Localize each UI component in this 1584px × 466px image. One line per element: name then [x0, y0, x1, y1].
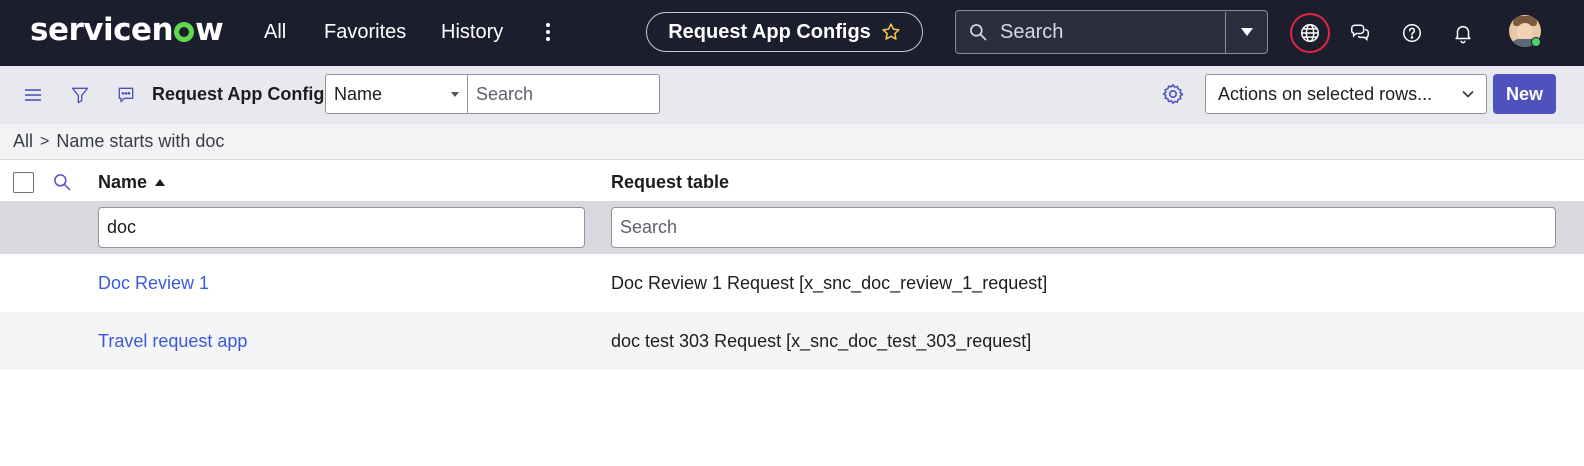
online-status-badge	[1531, 37, 1541, 47]
chevron-down-icon	[1462, 90, 1474, 98]
chat-icon[interactable]	[1340, 13, 1380, 53]
nav-all[interactable]: All	[264, 18, 286, 46]
filter-icon[interactable]	[68, 83, 92, 107]
top-navigation-bar: servicen w All Favorites History Request …	[0, 0, 1584, 66]
table-row: Travel request app doc test 303 Request …	[0, 312, 1584, 370]
more-vertical-icon[interactable]	[540, 20, 556, 46]
gear-icon[interactable]	[1161, 82, 1185, 106]
actions-select[interactable]: Actions on selected rows...	[1205, 74, 1487, 114]
column-filter-row: doc Search	[0, 201, 1584, 254]
list-header-bar: Request App Configs Name Search Actions …	[0, 66, 1584, 124]
servicenow-logo[interactable]: servicen w	[30, 12, 224, 48]
context-title: Request App Configs	[668, 20, 871, 43]
row-request-table: doc test 303 Request [x_snc_doc_test_303…	[611, 331, 1032, 351]
logo-text-end: w	[195, 12, 224, 48]
caret-down-icon[interactable]	[1225, 11, 1267, 53]
breadcrumb-condition[interactable]: Name starts with doc	[56, 131, 224, 152]
field-select-value: Name	[334, 83, 383, 104]
nav-favorites[interactable]: Favorites	[324, 18, 406, 46]
table-header: Name Request table	[0, 161, 1584, 201]
new-button[interactable]: New	[1493, 74, 1556, 114]
row-request-table: Doc Review 1 Request [x_snc_doc_review_1…	[611, 273, 1048, 293]
list-title: Request App Configs	[152, 84, 335, 104]
chevron-down-icon	[451, 91, 459, 97]
name-filter-input[interactable]: doc	[98, 207, 585, 248]
sort-ascending-icon	[155, 179, 166, 186]
comment-icon[interactable]	[114, 83, 138, 107]
help-icon[interactable]	[1392, 13, 1432, 53]
bell-icon[interactable]	[1443, 13, 1483, 53]
star-outline-icon[interactable]	[881, 22, 901, 42]
hamburger-menu-icon[interactable]	[21, 83, 45, 107]
context-title-pill[interactable]: Request App Configs	[646, 12, 923, 52]
logo-text: servicen	[30, 12, 174, 48]
logo-o-mark	[174, 22, 195, 42]
globe-icon[interactable]	[1290, 13, 1330, 53]
row-name-link[interactable]: Doc Review 1	[98, 272, 209, 294]
list-search-input[interactable]: Search	[467, 74, 660, 114]
search-icon[interactable]	[52, 172, 72, 192]
nav-history[interactable]: History	[441, 18, 503, 46]
table-row: Doc Review 1 Doc Review 1 Request [x_snc…	[0, 254, 1584, 312]
row-name-link[interactable]: Travel request app	[98, 330, 247, 352]
global-search[interactable]: Search	[955, 10, 1268, 54]
column-name-label: Name	[98, 172, 148, 192]
search-icon	[956, 10, 1000, 54]
column-header-request-table[interactable]: Request table	[611, 171, 729, 193]
request-table-filter-input[interactable]: Search	[611, 207, 1556, 248]
actions-select-value: Actions on selected rows...	[1218, 83, 1433, 104]
global-search-input[interactable]: Search	[1000, 21, 1225, 44]
breadcrumb-all[interactable]: All	[13, 131, 33, 152]
breadcrumb: All > Name starts with doc	[0, 124, 1584, 160]
search-field-select[interactable]: Name	[325, 74, 468, 114]
breadcrumb-separator: >	[40, 132, 50, 150]
select-all-checkbox[interactable]	[13, 172, 34, 193]
column-header-name[interactable]: Name	[98, 171, 166, 193]
